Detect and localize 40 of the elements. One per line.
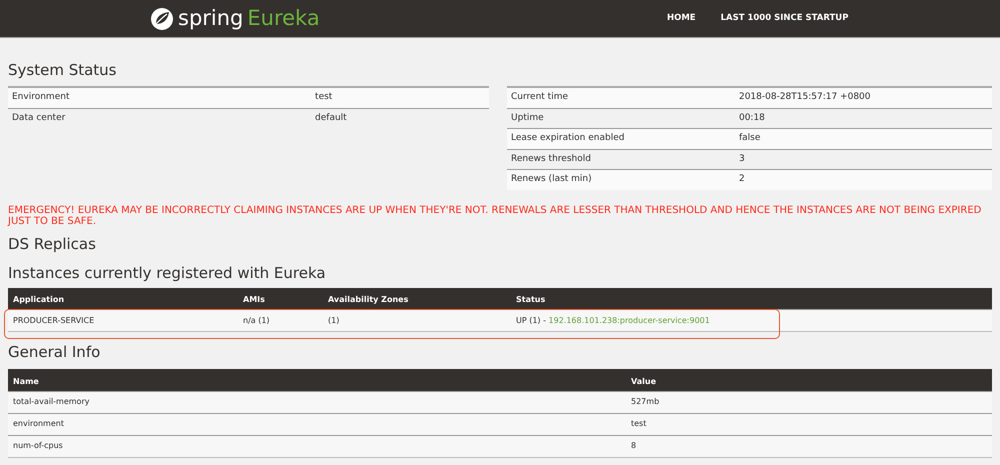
product-name: Eureka (247, 8, 320, 29)
emergency-warning: EMERGENCY! EUREKA MAY BE INCORRECTLY CLAIMING INSTANCES ARE UP WHEN THEY'RE NOT. RENEWALS ARE LESSER THAN THRESHOLD AND HENCE THE INSTANCES ARE NOT BEING EXPIRED JUST TO BE SAFE. (8, 204, 982, 228)
column-header: Status (516, 295, 546, 304)
property-value: 2 (738, 174, 745, 184)
section-heading: Instances currently registered with Eureka (8, 264, 327, 282)
property-value: 3 (738, 154, 745, 164)
table-cell-text: total-avail-memory (13, 397, 90, 406)
property-label: Renews threshold (511, 154, 591, 164)
property-label: Data center (12, 112, 66, 122)
property-label: Renews (last min) (511, 174, 592, 184)
section-heading: System Status (8, 61, 118, 79)
brand-name: spring (178, 8, 244, 29)
property-label: Uptime (511, 112, 544, 122)
leaf-logo-icon (150, 6, 174, 30)
column-header: AMIs (243, 295, 265, 304)
property-value: 00:18 (738, 112, 765, 122)
table-cell-text: test (631, 419, 646, 428)
table-cell-text: 8 (631, 441, 636, 450)
table-cell-text: (1) (328, 316, 340, 324)
nav-link[interactable]: LAST 1000 SINCE STARTUP (720, 12, 848, 25)
table-cell-text: environment (13, 419, 64, 428)
table-cell-text: n/a (1) (243, 316, 270, 324)
property-value: default (315, 112, 347, 122)
property-value: test (315, 92, 332, 102)
column-header: Value (631, 376, 656, 386)
table-cell-text: PRODUCER-SERVICE (13, 316, 94, 324)
column-header: Application (13, 295, 64, 304)
nav-link[interactable]: HOME (667, 12, 696, 25)
column-header: Name (13, 376, 39, 386)
property-label: Environment (12, 92, 70, 102)
property-value: false (738, 133, 760, 143)
status-text: UP (1) - (516, 316, 547, 324)
property-value: 2018-08-28T15:57:17 +0800 (738, 92, 870, 102)
property-label: Lease expiration enabled (511, 133, 624, 143)
column-header: Availability Zones (328, 295, 408, 304)
section-heading: DS Replicas (8, 234, 97, 252)
section-heading: General Info (8, 343, 102, 361)
table-cell-text: 527mb (631, 397, 660, 406)
property-label: Current time (511, 92, 568, 102)
table-cell-text: num-of-cpus (13, 441, 63, 450)
